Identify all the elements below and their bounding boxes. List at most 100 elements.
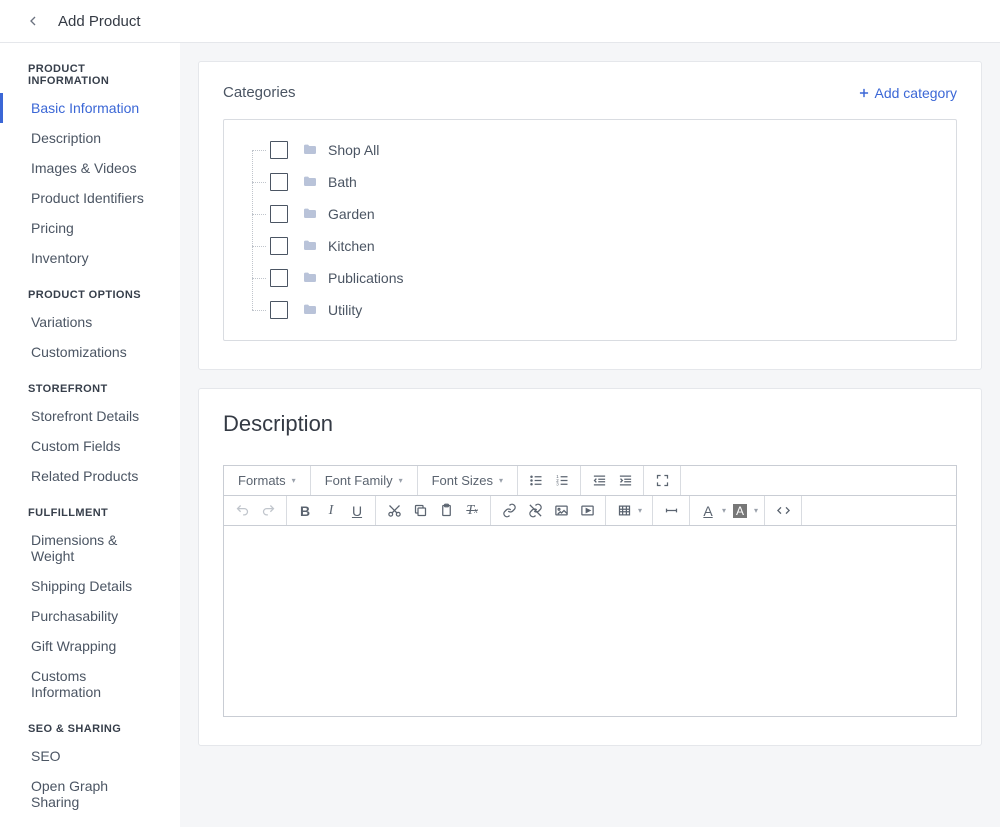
folder-icon (302, 302, 318, 318)
categories-title: Categories (223, 84, 296, 101)
nav-section-title: PRODUCT OPTIONS (0, 283, 180, 307)
caret-down-icon: ▾ (499, 476, 503, 485)
cut-button[interactable] (382, 499, 406, 523)
paste-button[interactable] (434, 499, 458, 523)
back-arrow-icon[interactable] (24, 12, 42, 30)
unlink-button[interactable] (523, 499, 547, 523)
category-label[interactable]: Publications (328, 270, 404, 286)
folder-icon (302, 142, 318, 158)
category-row: Kitchen (248, 230, 942, 262)
caret-down-icon: ▾ (399, 476, 403, 485)
nav-item[interactable]: Storefront Details (0, 401, 180, 431)
caret-down-icon[interactable]: ▾ (754, 506, 758, 515)
font-family-dropdown[interactable]: Font Family ▾ (317, 466, 411, 495)
category-checkbox[interactable] (270, 205, 288, 223)
nav-item[interactable]: Images & Videos (0, 153, 180, 183)
nav-section-title: FULFILLMENT (0, 501, 180, 525)
add-category-label: Add category (875, 85, 958, 101)
nav-item[interactable]: Basic Information (0, 93, 180, 123)
bold-button[interactable]: B (293, 499, 317, 523)
link-button[interactable] (497, 499, 521, 523)
category-row: Utility (248, 294, 942, 326)
description-title: Description (223, 411, 957, 437)
add-category-button[interactable]: Add category (857, 85, 958, 101)
nav-item[interactable]: Customs Information (0, 661, 180, 707)
nav-item[interactable]: Related Products (0, 461, 180, 491)
main-content: Categories Add category Shop All Bath Gard… (180, 43, 1000, 827)
indent-button[interactable] (613, 469, 637, 493)
caret-down-icon[interactable]: ▾ (638, 506, 646, 515)
nav-item[interactable]: Shipping Details (0, 571, 180, 601)
caret-down-icon: ▾ (292, 476, 296, 485)
category-row: Garden (248, 198, 942, 230)
category-row: Bath (248, 166, 942, 198)
categories-card: Categories Add category Shop All Bath Gard… (198, 61, 982, 370)
category-tree: Shop All Bath Garden Kitchen Publications Uti… (223, 119, 957, 341)
nav-item[interactable]: Product Identifiers (0, 183, 180, 213)
nav-item[interactable]: Dimensions & Weight (0, 525, 180, 571)
text-color-button[interactable]: A (696, 499, 720, 523)
folder-icon (302, 238, 318, 254)
bg-color-button[interactable]: A (728, 499, 752, 523)
image-button[interactable] (549, 499, 573, 523)
svg-text:3: 3 (556, 482, 559, 487)
nav-item[interactable]: Customizations (0, 337, 180, 367)
category-label[interactable]: Kitchen (328, 238, 375, 254)
tree-branch-icon (248, 294, 270, 326)
font-sizes-label: Font Sizes (432, 473, 493, 488)
folder-icon (302, 270, 318, 286)
font-sizes-dropdown[interactable]: Font Sizes ▾ (424, 466, 511, 495)
nav-item[interactable]: Description (0, 123, 180, 153)
hr-button[interactable] (659, 499, 683, 523)
table-button[interactable] (612, 499, 636, 523)
nav-item[interactable]: Pricing (0, 213, 180, 243)
bullet-list-button[interactable] (524, 469, 548, 493)
nav-section-title: PRODUCT INFORMATION (0, 57, 180, 93)
toolbar-row-1: Formats ▾ Font Family ▾ Font Sizes ▾ (224, 466, 956, 496)
nav-section-title: SEO & SHARING (0, 717, 180, 741)
outdent-button[interactable] (587, 469, 611, 493)
category-checkbox[interactable] (270, 237, 288, 255)
nav-item[interactable]: Variations (0, 307, 180, 337)
nav-item[interactable]: Custom Fields (0, 431, 180, 461)
nav-item[interactable]: Inventory (0, 243, 180, 273)
category-label[interactable]: Bath (328, 174, 357, 190)
sidebar: PRODUCT INFORMATIONBasic InformationDesc… (0, 43, 180, 827)
category-label[interactable]: Utility (328, 302, 362, 318)
copy-button[interactable] (408, 499, 432, 523)
nav-item[interactable]: Gift Wrapping (0, 631, 180, 661)
media-button[interactable] (575, 499, 599, 523)
fullscreen-button[interactable] (650, 469, 674, 493)
undo-button[interactable] (230, 499, 254, 523)
folder-icon (302, 174, 318, 190)
topbar: Add Product (0, 0, 1000, 43)
category-label[interactable]: Garden (328, 206, 375, 222)
category-row: Shop All (248, 134, 942, 166)
code-button[interactable] (771, 499, 795, 523)
nav-item[interactable]: Open Graph Sharing (0, 771, 180, 817)
clear-format-button[interactable]: Tx (460, 499, 484, 523)
category-row: Publications (248, 262, 942, 294)
description-card: Description Formats ▾ Font Family ▾ (198, 388, 982, 746)
formats-label: Formats (238, 473, 286, 488)
category-checkbox[interactable] (270, 173, 288, 191)
formats-dropdown[interactable]: Formats ▾ (230, 466, 304, 495)
folder-icon (302, 206, 318, 222)
underline-button[interactable]: U (345, 499, 369, 523)
nav-section-title: STOREFRONT (0, 377, 180, 401)
category-checkbox[interactable] (270, 301, 288, 319)
nav-item[interactable]: Purchasability (0, 601, 180, 631)
rich-text-editor: Formats ▾ Font Family ▾ Font Sizes ▾ (223, 465, 957, 717)
nav-item[interactable]: SEO (0, 741, 180, 771)
italic-button[interactable]: I (319, 499, 343, 523)
editor-textarea[interactable] (224, 526, 956, 716)
numbered-list-button[interactable]: 123 (550, 469, 574, 493)
plus-icon (857, 86, 871, 100)
category-checkbox[interactable] (270, 269, 288, 287)
page-title: Add Product (58, 13, 141, 30)
caret-down-icon[interactable]: ▾ (722, 506, 726, 515)
category-checkbox[interactable] (270, 141, 288, 159)
font-family-label: Font Family (325, 473, 393, 488)
redo-button[interactable] (256, 499, 280, 523)
category-label[interactable]: Shop All (328, 142, 379, 158)
